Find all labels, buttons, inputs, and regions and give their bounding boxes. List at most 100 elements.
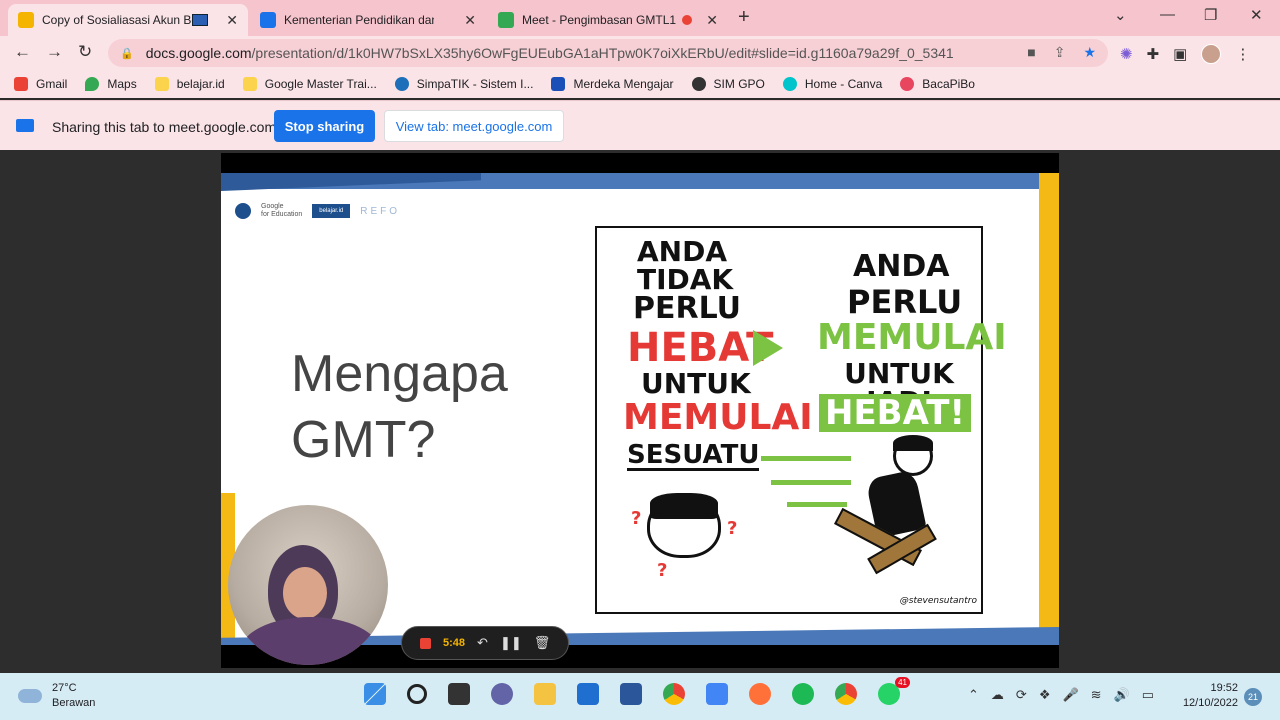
belajar-logo: belajar.id xyxy=(312,204,351,218)
forward-icon[interactable]: → xyxy=(46,42,63,62)
tab-title: Meet - Pengimbasan GMTL1 xyxy=(522,13,677,27)
comic-credit: @stevensutantro xyxy=(899,596,977,606)
bookmark-maps[interactable]: Maps xyxy=(85,77,137,91)
windows-start-icon[interactable] xyxy=(364,683,386,705)
battery-icon[interactable]: ▭ xyxy=(1142,687,1154,703)
bacapibo-icon xyxy=(900,77,915,91)
tab-meet[interactable]: Meet - Pengimbasan GMTL1 ✕ xyxy=(488,4,728,36)
extension-app-icon[interactable]: ✺ xyxy=(1120,45,1133,63)
word-icon[interactable] xyxy=(620,683,642,705)
bookmark-bacapibo[interactable]: BacaPiBo xyxy=(900,77,975,91)
windows-taskbar: 27°C Berawan 41 ⌃ ☁ ⟳ ❖ 🎤 ≋ 🔊 ▭ 19:52 12/… xyxy=(0,673,1280,720)
bookmarks-bar: Gmail Maps belajar.id Google Master Trai… xyxy=(0,70,1280,98)
new-tab-icon[interactable]: + xyxy=(738,6,750,29)
share-icon[interactable]: ⇪ xyxy=(1054,44,1066,61)
chevron-down-icon[interactable]: ⌄ xyxy=(1114,6,1127,24)
trash-icon[interactable]: 🗑 xyxy=(534,635,551,651)
comic-text: HEBAT xyxy=(627,325,774,371)
spotify-icon[interactable] xyxy=(792,683,814,705)
chrome-profile-icon[interactable] xyxy=(835,683,857,705)
store-icon[interactable] xyxy=(577,683,599,705)
calendar-icon xyxy=(260,12,276,28)
notification-badge[interactable]: 21 xyxy=(1244,688,1262,706)
stop-recording-icon[interactable] xyxy=(420,637,431,649)
tab-slides[interactable]: Copy of Sosialiasasi Akun Be ✕ xyxy=(8,4,248,36)
address-bar[interactable]: 🔒 docs.google.com/presentation/d/1k0HW7b… xyxy=(108,39,1108,67)
close-tab-icon[interactable]: ✕ xyxy=(456,12,476,29)
task-view-icon[interactable] xyxy=(448,683,470,705)
bookmark-canva[interactable]: Home - Canva xyxy=(782,77,882,91)
maps-icon xyxy=(85,77,100,91)
bookmark-merdeka[interactable]: Merdeka Mengajar xyxy=(551,77,674,91)
running-man-icon xyxy=(893,435,933,476)
camera-icon[interactable]: ■ xyxy=(1027,44,1035,61)
url-text: docs.google.com/presentation/d/1k0HW7bSx… xyxy=(145,45,954,61)
search-icon[interactable] xyxy=(407,684,427,704)
presentation-viewport: Google for Education belajar.id REFO Meng… xyxy=(0,150,1280,673)
taskbar-apps: 41 xyxy=(364,677,910,705)
chrome-icon[interactable] xyxy=(663,683,685,705)
slide-logos: Google for Education belajar.id REFO xyxy=(235,203,400,219)
firefox-icon[interactable] xyxy=(749,683,771,705)
bookmark-star-icon[interactable]: ★ xyxy=(1083,44,1096,61)
comic-text: MEMULAI xyxy=(817,317,1007,358)
side-panel-icon[interactable]: ▣ xyxy=(1173,45,1187,63)
folder-icon xyxy=(154,77,169,91)
sync-icon[interactable]: ⟳ xyxy=(1016,687,1027,703)
webcam-body xyxy=(240,617,380,665)
speed-lines xyxy=(771,480,851,485)
comic-text: ANDA xyxy=(853,249,950,284)
taskbar-clock[interactable]: 19:52 12/10/2022 xyxy=(1178,681,1238,711)
meet-icon xyxy=(498,12,514,28)
microphone-icon[interactable]: 🎤 xyxy=(1062,687,1078,703)
reload-icon[interactable]: ↻ xyxy=(78,42,92,62)
chevron-up-icon[interactable]: ⌃ xyxy=(968,687,979,703)
recording-timer: 5:48 xyxy=(443,637,466,649)
bookmark-belajar[interactable]: belajar.id xyxy=(154,77,225,91)
gmail-icon xyxy=(14,77,28,91)
extensions-icon[interactable]: ✚ xyxy=(1147,45,1160,63)
whatsapp-badge: 41 xyxy=(895,677,910,688)
comic-text: SESUATU xyxy=(627,440,760,471)
close-tab-icon[interactable]: ✕ xyxy=(698,12,718,29)
comic-text: ANDA xyxy=(637,235,728,268)
arrow-icon xyxy=(753,330,783,366)
bookmark-google-master[interactable]: Google Master Trai... xyxy=(242,77,377,91)
bookmark-sim-gpo[interactable]: SIM GPO xyxy=(691,77,765,91)
bookmark-simpatik[interactable]: SimpaTIK - Sistem I... xyxy=(394,77,533,91)
weather-widget[interactable]: 27°C Berawan xyxy=(18,681,95,711)
speed-lines xyxy=(787,502,847,507)
kemendikbud-logo-icon xyxy=(235,203,251,219)
dropbox-icon[interactable]: ❖ xyxy=(1039,687,1051,703)
pause-icon[interactable]: ❚❚ xyxy=(500,635,522,651)
file-explorer-icon[interactable] xyxy=(534,683,556,705)
close-window-icon[interactable]: ✕ xyxy=(1250,6,1263,24)
undo-icon[interactable]: ↶ xyxy=(477,635,488,651)
onedrive-icon[interactable]: ☁ xyxy=(991,687,1004,703)
recording-controls: 5:48 ↶ ❚❚ 🗑 xyxy=(401,626,569,660)
slide-right-accent xyxy=(1039,173,1059,633)
teams-chat-icon[interactable] xyxy=(491,683,513,705)
menu-kebab-icon[interactable]: ⋮ xyxy=(1235,45,1250,63)
restore-icon[interactable]: ❐ xyxy=(1204,6,1217,24)
bookmark-gmail[interactable]: Gmail xyxy=(14,77,67,91)
question-mark-icon: ? xyxy=(727,518,738,539)
cloud-icon xyxy=(18,689,42,703)
tab-kemendikbud[interactable]: Kementerian Pendidikan dan Keb ✕ xyxy=(250,4,486,36)
stop-sharing-button[interactable]: Stop sharing xyxy=(274,110,375,142)
webcam-face xyxy=(283,567,327,619)
tab-strip: Copy of Sosialiasasi Akun Be ✕ Kementeri… xyxy=(0,0,1280,36)
back-icon[interactable]: ← xyxy=(14,42,31,62)
comic-text: UNTUK xyxy=(641,367,751,400)
docs-icon[interactable] xyxy=(706,683,728,705)
volume-icon[interactable]: 🔊 xyxy=(1114,687,1130,703)
comic-text: HEBAT! xyxy=(819,394,971,432)
view-tab-button[interactable]: View tab: meet.google.com xyxy=(384,110,564,142)
close-tab-icon[interactable]: ✕ xyxy=(218,12,238,29)
wifi-icon[interactable]: ≋ xyxy=(1091,687,1102,703)
folder-icon xyxy=(242,77,257,91)
profile-avatar[interactable] xyxy=(1201,44,1222,64)
screen-share-icon xyxy=(192,14,208,26)
whatsapp-icon[interactable]: 41 xyxy=(878,677,910,705)
minimize-icon[interactable]: — xyxy=(1160,6,1175,23)
